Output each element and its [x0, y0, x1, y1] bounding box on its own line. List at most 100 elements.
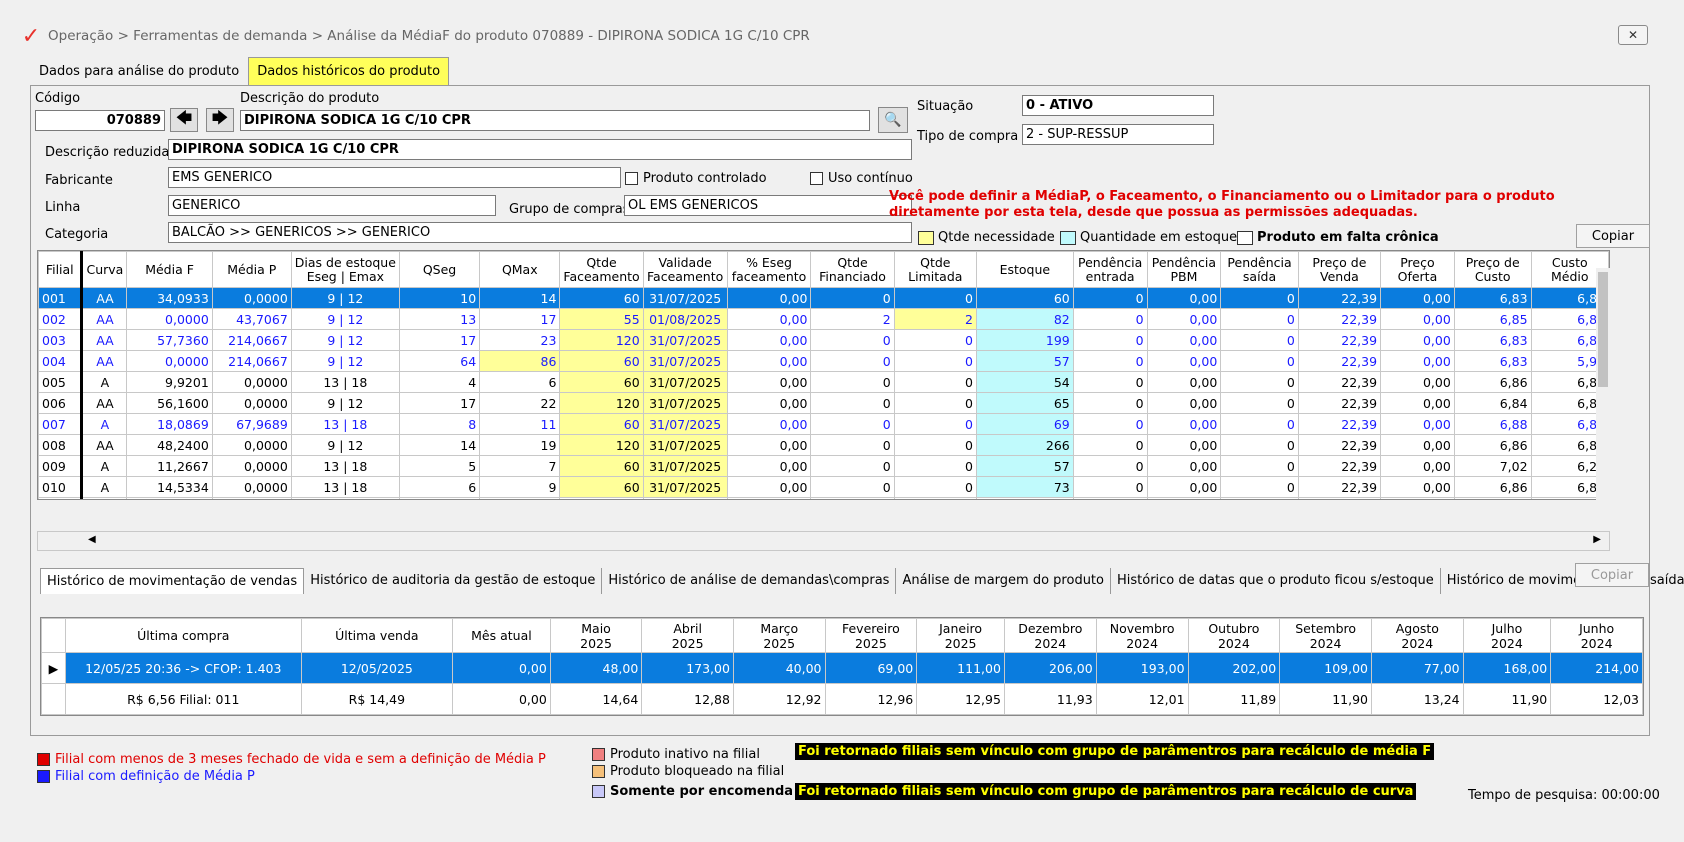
- grid-cell[interactable]: AA: [80, 329, 128, 351]
- grid-cell[interactable]: 0,00: [726, 434, 812, 456]
- grid-cell[interactable]: 0,0000: [211, 455, 292, 477]
- grid-cell[interactable]: 0: [810, 371, 895, 393]
- grid-cell[interactable]: 13 | 18: [290, 476, 400, 498]
- grid-cell[interactable]: 0,00: [1146, 308, 1222, 330]
- grid-cell[interactable]: 9 | 12: [290, 434, 400, 456]
- grid-cell[interactable]: 0: [1072, 350, 1148, 372]
- grid-cell[interactable]: 0: [893, 413, 977, 435]
- grid-cell[interactable]: 0: [810, 476, 895, 498]
- history-cell[interactable]: 12,88: [641, 683, 734, 715]
- history-tab[interactable]: Histórico de movimentação de vendas: [40, 568, 305, 594]
- grid-cell[interactable]: AA: [80, 287, 128, 309]
- grid-cell[interactable]: 0: [893, 455, 977, 477]
- grid-col-header[interactable]: QSeg: [398, 251, 481, 288]
- grid-cell[interactable]: 10: [398, 287, 481, 309]
- grid-cell[interactable]: 0,00: [1146, 434, 1222, 456]
- grid-cell[interactable]: AA: [80, 308, 128, 330]
- grid-cell[interactable]: 0,00: [726, 392, 812, 414]
- history-cell[interactable]: 0,00: [452, 652, 551, 684]
- grid-cell[interactable]: 0,0000: [211, 287, 292, 309]
- grid-cell[interactable]: 57: [975, 455, 1074, 477]
- grid-cell[interactable]: 9 | 12: [290, 350, 400, 372]
- history-cell[interactable]: 12,03: [1550, 683, 1643, 715]
- grid-cell[interactable]: A: [80, 455, 128, 477]
- grid-cell[interactable]: 13 | 18: [290, 455, 400, 477]
- grid-col-header[interactable]: QMax: [479, 251, 561, 288]
- grid-cell[interactable]: 17: [479, 308, 561, 330]
- grid-cell[interactable]: 0,00: [1146, 392, 1222, 414]
- history-col-header[interactable]: Mês atual: [452, 618, 551, 653]
- grid-cell[interactable]: 266: [975, 434, 1074, 456]
- grid-col-header[interactable]: Filial: [38, 251, 83, 288]
- scroll-left-icon[interactable]: ◀: [88, 534, 96, 545]
- grid-cell[interactable]: 0: [1072, 476, 1148, 498]
- grid-cell[interactable]: 14,5334: [126, 476, 213, 498]
- grid-cell[interactable]: 22,39: [1297, 434, 1382, 456]
- grid-cell[interactable]: 22,39: [1297, 413, 1382, 435]
- history-cell[interactable]: 206,00: [1003, 652, 1097, 684]
- history-cell[interactable]: 48,00: [549, 652, 643, 684]
- grid-cell[interactable]: 0: [1220, 371, 1299, 393]
- grid-cell[interactable]: 60: [559, 455, 644, 477]
- table-row[interactable]: 004 AA 0,0000 214,0667 9 | 12 64 86 60 31/07/202…: [38, 350, 1609, 372]
- history-col-header[interactable]: Julho 2024: [1462, 618, 1552, 653]
- history-tab[interactable]: Histórico de datas que o produto ficou s…: [1111, 568, 1441, 594]
- grid-cell[interactable]: 0,00: [726, 308, 812, 330]
- grid-cell[interactable]: 010: [38, 476, 83, 498]
- grid-cell[interactable]: 002: [38, 308, 83, 330]
- grid-cell[interactable]: 0,00: [1380, 413, 1455, 435]
- history-cell[interactable]: 214,00: [1550, 652, 1643, 684]
- grid-cell[interactable]: 60: [559, 287, 644, 309]
- grid-cell[interactable]: AA: [80, 392, 128, 414]
- grid-cell[interactable]: 0: [1220, 308, 1299, 330]
- grid-cell[interactable]: 0: [810, 287, 895, 309]
- table-row[interactable]: 007 A 18,0869 67,9689 13 | 18 8 11 60 31/07/2025…: [38, 413, 1609, 435]
- grid-cell[interactable]: 0,00: [1380, 287, 1455, 309]
- grid-cell[interactable]: 60: [975, 287, 1074, 309]
- grid-cell[interactable]: 0,00: [1146, 350, 1222, 372]
- grid-cell[interactable]: 6,85: [1453, 308, 1532, 330]
- grid-cell[interactable]: 22,39: [1297, 329, 1382, 351]
- grid-cell[interactable]: 7,02: [1453, 455, 1532, 477]
- grid-cell[interactable]: 6,83: [1453, 329, 1532, 351]
- grid-cell[interactable]: 56,1600: [126, 392, 213, 414]
- grid-cell[interactable]: 0,0000: [126, 350, 213, 372]
- grid-cell[interactable]: A: [80, 413, 128, 435]
- close-button[interactable]: ✕: [1618, 25, 1648, 45]
- grid-cell[interactable]: 0: [1220, 287, 1299, 309]
- history-cell[interactable]: 11,90: [1462, 683, 1552, 715]
- grid-cell[interactable]: 73: [975, 476, 1074, 498]
- history-cell[interactable]: 12/05/2025: [300, 652, 454, 684]
- grid-cell[interactable]: 0,00: [1146, 455, 1222, 477]
- grid-col-header[interactable]: Preço Oferta: [1380, 251, 1455, 288]
- history-cell[interactable]: 11,89: [1187, 683, 1281, 715]
- grid-cell[interactable]: 0,00: [1146, 371, 1222, 393]
- grid-cell[interactable]: 14: [398, 434, 481, 456]
- grid-cell[interactable]: 0: [1072, 434, 1148, 456]
- categoria-field[interactable]: BALCÃO >> GENERICOS >> GENERICO: [168, 222, 912, 243]
- grid-cell[interactable]: A: [80, 476, 128, 498]
- grid-cell[interactable]: 6,84: [1453, 392, 1532, 414]
- history-cell[interactable]: 12,92: [732, 683, 826, 715]
- history-tab[interactable]: Histórico de análise de demandas\compras: [602, 568, 897, 594]
- grid-cell[interactable]: 0: [1220, 455, 1299, 477]
- grid-cell[interactable]: 0: [1072, 371, 1148, 393]
- grid-cell[interactable]: 13 | 18: [290, 371, 400, 393]
- grid-col-header[interactable]: Qtde Financiado: [810, 251, 895, 288]
- desc-reduzida-field[interactable]: DIPIRONA SODICA 1G C/10 CPR: [168, 139, 912, 160]
- grid-cell[interactable]: 0: [893, 476, 977, 498]
- history-cell[interactable]: 109,00: [1279, 652, 1372, 684]
- grid-cell[interactable]: 0,0000: [211, 392, 292, 414]
- grid-cell[interactable]: 0,00: [1380, 476, 1455, 498]
- grid-cell[interactable]: 0: [810, 392, 895, 414]
- history-col-header[interactable]: Maio 2025: [549, 618, 643, 653]
- grid-cell[interactable]: 43,7067: [211, 308, 292, 330]
- history-cell[interactable]: 69,00: [824, 652, 918, 684]
- grid-col-header[interactable]: Pendência saída: [1220, 251, 1299, 288]
- grid-cell[interactable]: 31/07/2025: [642, 455, 728, 477]
- grid-cell[interactable]: 0,00: [726, 476, 812, 498]
- grid-cell[interactable]: 60: [559, 350, 644, 372]
- grid-cell[interactable]: 4: [398, 371, 481, 393]
- grid-cell[interactable]: 57,7360: [126, 329, 213, 351]
- grid-cell[interactable]: 9 | 12: [290, 329, 400, 351]
